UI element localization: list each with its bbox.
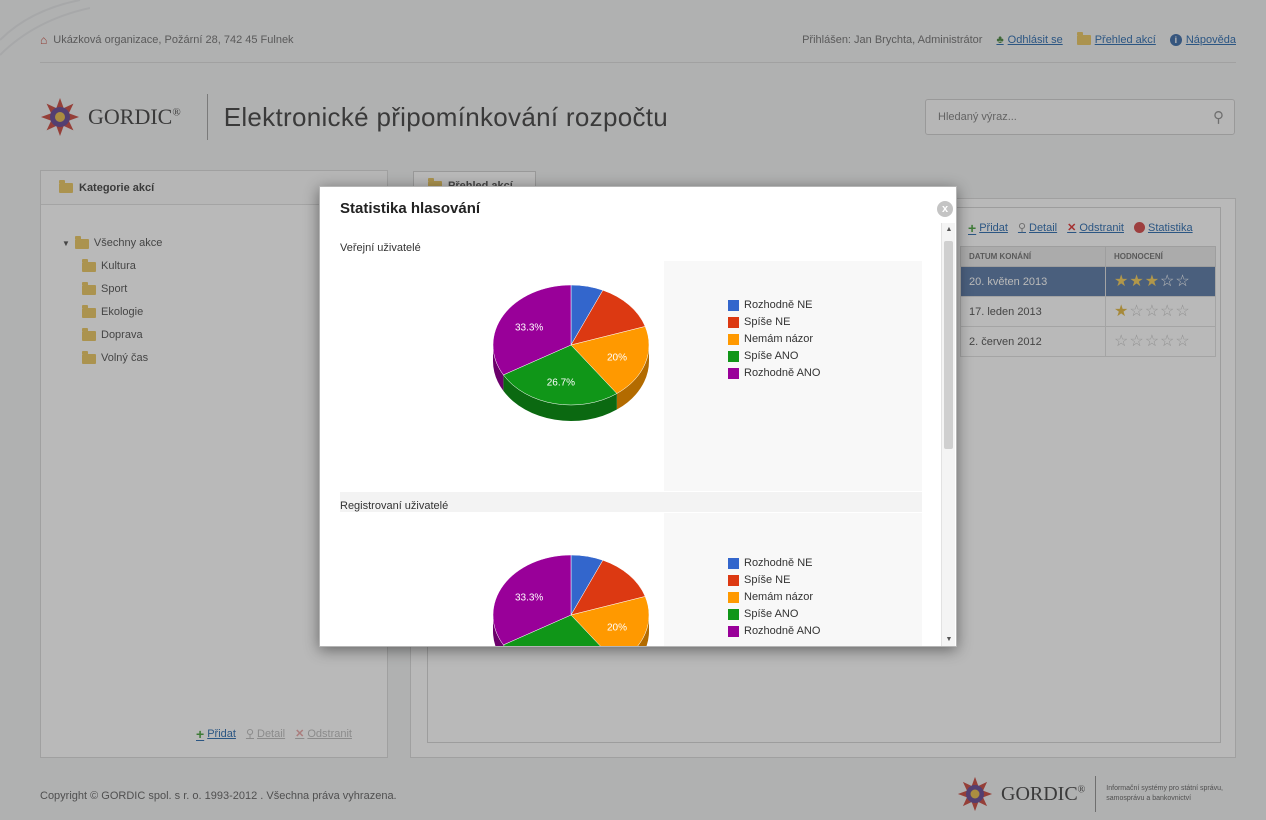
legend-label: Rozhodně ANO (744, 625, 821, 637)
legend-label: Spíše NE (744, 574, 791, 586)
legend-swatch (728, 368, 739, 379)
legend-swatch (728, 609, 739, 620)
legend-item: Rozhodně ANO (728, 365, 820, 382)
legend-swatch (728, 558, 739, 569)
pie-chart-registered: 20% 33.3% (492, 554, 650, 646)
section-registered-users: Registrovaní uživatelé (340, 500, 449, 512)
section-public-users: Veřejní uživatelé (340, 242, 421, 254)
legend-label: Nemám názor (744, 333, 814, 345)
pie-chart-public: 20% 26.7% 33.3% (492, 284, 650, 421)
legend-swatch (728, 626, 739, 637)
pie-data-label: 33.3% (515, 592, 543, 603)
chart-legend-registered: Rozhodně NE Spíše NE Nemám názor Spíše ANO R… (728, 555, 820, 640)
legend-item: Spíše ANO (728, 606, 820, 623)
close-icon[interactable]: x (937, 201, 953, 217)
scroll-down-arrow-icon[interactable]: ▼ (942, 633, 956, 646)
legend-label: Rozhodně NE (744, 557, 813, 569)
legend-label: Rozhodně NE (744, 299, 813, 311)
legend-label: Spíše NE (744, 316, 791, 328)
legend-label: Rozhodně ANO (744, 367, 821, 379)
legend-item: Rozhodně ANO (728, 623, 820, 640)
pie-data-label: 26.7% (547, 377, 575, 388)
scroll-up-arrow-icon[interactable]: ▲ (942, 223, 956, 237)
dialog-scrollbar[interactable]: ▲ ▼ (941, 223, 956, 646)
legend-swatch (728, 351, 739, 362)
legend-item: Nemám názor (728, 331, 820, 348)
pie-data-label: 20% (607, 622, 627, 633)
legend-swatch (728, 300, 739, 311)
legend-swatch (728, 575, 739, 586)
legend-item: Rozhodně NE (728, 555, 820, 572)
legend-item: Spíše NE (728, 314, 820, 331)
legend-item: Nemám názor (728, 589, 820, 606)
chart-legend-public: Rozhodně NE Spíše NE Nemám názor Spíše ANO R… (728, 297, 820, 382)
dialog-title: Statistika hlasování (340, 200, 481, 217)
legend-swatch (728, 592, 739, 603)
legend-label: Nemám názor (744, 591, 814, 603)
legend-label: Spíše ANO (744, 608, 799, 620)
legend-swatch (728, 317, 739, 328)
legend-swatch (728, 334, 739, 345)
pie-data-label: 33.3% (515, 322, 543, 333)
pie-data-label: 20% (607, 352, 627, 363)
voting-statistics-dialog: Statistika hlasování x Veřejní uživatelé… (319, 186, 957, 647)
legend-item: Spíše NE (728, 572, 820, 589)
legend-item: Rozhodně NE (728, 297, 820, 314)
scrollbar-thumb[interactable] (944, 241, 953, 449)
legend-item: Spíše ANO (728, 348, 820, 365)
legend-label: Spíše ANO (744, 350, 799, 362)
